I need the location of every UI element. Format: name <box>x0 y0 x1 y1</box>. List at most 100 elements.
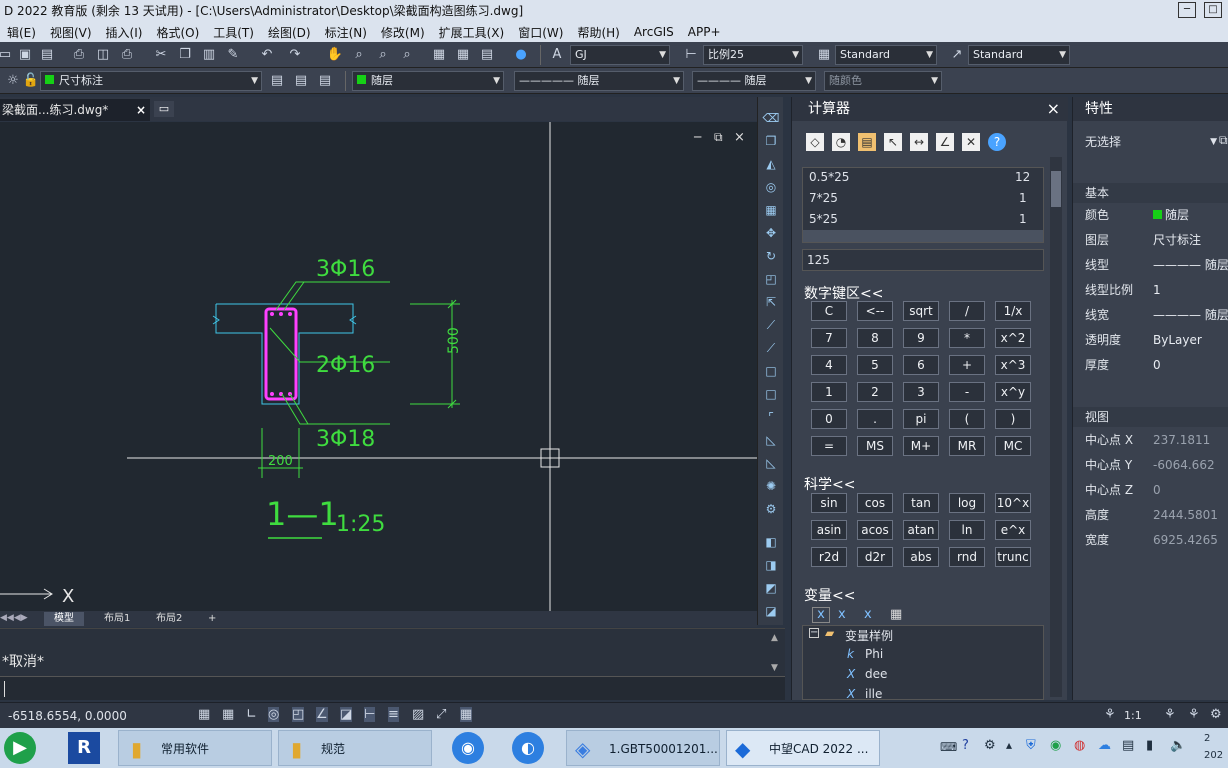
property-value[interactable]: ———— 随层 <box>1153 303 1228 328</box>
calc-key[interactable]: cos <box>857 493 893 513</box>
property-row[interactable]: 高度 2444.5801 <box>1073 503 1228 528</box>
property-row[interactable]: 线型比例 1 <box>1073 278 1228 303</box>
group-icon[interactable]: ◨ <box>762 556 780 574</box>
calc-key[interactable]: x^2 <box>995 328 1031 348</box>
color-select[interactable]: 随层 ▼ <box>352 71 504 91</box>
copy-object-icon[interactable]: ❐ <box>762 132 780 150</box>
keyboard-icon[interactable]: ⌨ <box>940 740 957 754</box>
annotation-monitor-icon[interactable]: ▦ <box>460 707 473 722</box>
annotation-scale-value[interactable]: 1:1 <box>1124 709 1142 722</box>
explode-icon[interactable]: ✺ <box>762 477 780 495</box>
numpad-title[interactable]: 数字键区<< <box>804 283 883 303</box>
calc-key[interactable]: - <box>949 382 985 402</box>
menu-express[interactable]: 扩展工具(X) <box>432 24 512 41</box>
property-row[interactable]: 厚度 0 <box>1073 353 1228 378</box>
calc-key[interactable]: tan <box>903 493 939 513</box>
calc-key[interactable]: 0 <box>811 409 847 429</box>
wifi-icon[interactable]: ▮ <box>1146 738 1153 753</box>
property-row[interactable]: 线型 ———— 随层 <box>1073 253 1228 278</box>
property-row[interactable]: 中心点 Y -6064.662 <box>1073 453 1228 478</box>
scale-icon[interactable]: ◰ <box>762 270 780 288</box>
tab-add[interactable]: + <box>198 612 226 626</box>
design-center-icon[interactable]: ▦ <box>454 46 472 64</box>
calc-key[interactable]: 4 <box>811 355 847 375</box>
edit-icon[interactable]: ⚙ <box>762 500 780 518</box>
calc-key[interactable]: 7 <box>811 328 847 348</box>
scroll-down-icon[interactable]: ▼ <box>771 663 778 673</box>
property-value[interactable]: 1 <box>1153 278 1161 303</box>
calc-key[interactable]: MS <box>857 436 893 456</box>
qq-icon[interactable]: ◍ <box>1074 738 1085 753</box>
ungroup-icon[interactable]: ◩ <box>762 579 780 597</box>
delete-variable-icon[interactable]: x <box>864 607 872 622</box>
distance-icon[interactable]: ↔ <box>910 133 928 151</box>
rotate-icon[interactable]: ↻ <box>762 247 780 265</box>
clear-icon[interactable]: ◇ <box>806 133 824 151</box>
calc-key[interactable]: x^y <box>995 382 1031 402</box>
move-icon[interactable]: ✥ <box>762 224 780 242</box>
tab-layout1[interactable]: 布局1 <box>94 612 140 626</box>
scroll-up-icon[interactable]: ▲ <box>771 633 778 643</box>
history-expr[interactable]: 5*25 <box>809 212 838 226</box>
help-icon[interactable]: ? <box>988 133 1006 151</box>
document-tab[interactable]: 梁截面...练习.dwg* × <box>0 99 150 121</box>
menu-format[interactable]: 格式(O) <box>149 24 206 41</box>
calc-key[interactable]: <-- <box>857 301 893 321</box>
trim-icon[interactable]: ⟋ <box>762 316 780 334</box>
draworder-icon[interactable]: ◧ <box>762 533 780 551</box>
calc-key[interactable]: 1/x <box>995 301 1031 321</box>
open-icon[interactable]: ▭ <box>0 46 14 64</box>
array-icon[interactable]: ▦ <box>762 201 780 219</box>
preview-icon[interactable]: ◫ <box>94 46 112 64</box>
taskbar-item[interactable]: ◈ 1.GBT50001201... <box>566 730 720 766</box>
variables-folder-label[interactable]: 变量样例 <box>845 627 893 644</box>
security-icon[interactable]: ◉ <box>452 732 484 764</box>
section-basic[interactable]: 基本 <box>1073 183 1228 203</box>
volume-icon[interactable]: 🔈 <box>1170 738 1186 753</box>
calc-key[interactable]: = <box>811 436 847 456</box>
selection-select[interactable]: 无选择 ▼ <box>1081 131 1217 153</box>
erase-icon[interactable]: ⌫ <box>762 109 780 127</box>
clock[interactable]: 2 202 <box>1204 730 1223 764</box>
make-current-icon[interactable]: ▤ <box>268 72 286 90</box>
tpy-icon[interactable]: ≡ <box>388 707 399 722</box>
menu-draw[interactable]: 绘图(D) <box>261 24 318 41</box>
plot-icon[interactable]: ⎙ <box>118 46 136 64</box>
quick-select-icon[interactable]: ⧉ <box>1219 133 1228 148</box>
mirror-icon[interactable]: ◭ <box>762 155 780 173</box>
revit-icon[interactable]: R <box>68 732 100 764</box>
calc-key[interactable]: e^x <box>995 520 1031 540</box>
stretch-icon[interactable]: ⇱ <box>762 293 780 311</box>
property-row[interactable]: 颜色 随层 <box>1073 203 1228 228</box>
calc-key[interactable]: . <box>857 409 893 429</box>
cloud-icon[interactable]: ☁ <box>1098 738 1111 753</box>
save-all-icon[interactable]: ▤ <box>38 46 56 64</box>
calc-key[interactable]: sin <box>811 493 847 513</box>
menu-window[interactable]: 窗口(W) <box>511 24 570 41</box>
new-tab-icon[interactable]: ▭ <box>154 101 174 117</box>
help-icon[interactable]: ● <box>512 46 530 64</box>
calc-key[interactable]: rnd <box>949 547 985 567</box>
section-view[interactable]: 视图 <box>1073 407 1228 427</box>
command-line[interactable] <box>0 676 785 700</box>
calc-key[interactable]: atan <box>903 520 939 540</box>
calc-key[interactable]: ( <box>949 409 985 429</box>
lwt-icon[interactable]: ⊢ <box>364 707 376 722</box>
otrack-icon[interactable]: ∠ <box>316 707 328 722</box>
cut-icon[interactable]: ✂ <box>152 46 170 64</box>
osnap-icon[interactable]: ◰ <box>292 707 305 722</box>
taskbar-item[interactable]: ◆ 中望CAD 2022 ... <box>726 730 880 766</box>
close-icon[interactable]: × <box>1047 97 1060 121</box>
property-value[interactable]: -6064.662 <box>1153 453 1215 478</box>
calc-key[interactable]: 9 <box>903 328 939 348</box>
zoom-window-icon[interactable]: ⌕ <box>374 46 392 64</box>
menu-app[interactable]: APP+ <box>681 25 728 39</box>
calc-key[interactable]: asin <box>811 520 847 540</box>
history-expr[interactable]: 0.5*25 <box>809 170 849 184</box>
annotation-visibility-icon[interactable]: ⚘ <box>1164 707 1176 722</box>
calc-key[interactable]: 8 <box>857 328 893 348</box>
calc-key[interactable]: MR <box>949 436 985 456</box>
calc-key[interactable]: 1 <box>811 382 847 402</box>
calc-key[interactable]: 3 <box>903 382 939 402</box>
calc-key[interactable]: 2 <box>857 382 893 402</box>
